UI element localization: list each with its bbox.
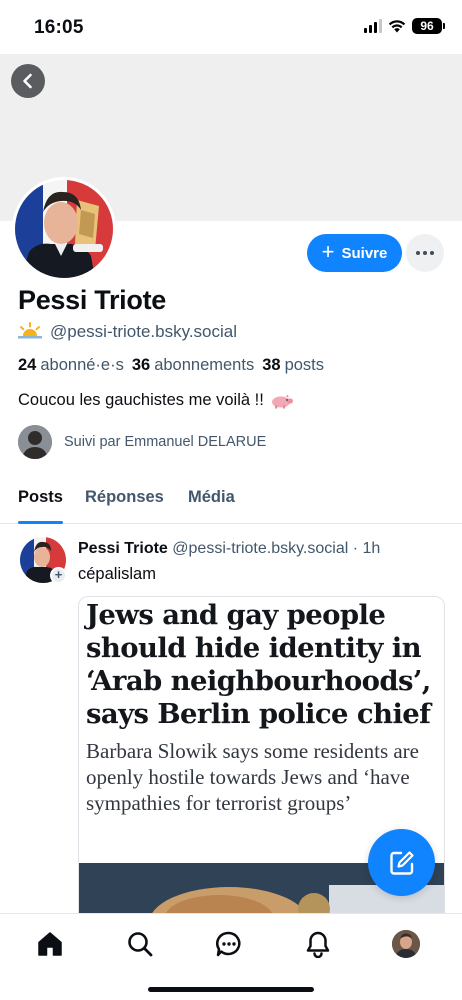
battery-indicator: 96 — [412, 18, 445, 34]
handle-row: @pessi-triote.bsky.social — [18, 322, 237, 342]
ellipsis-icon — [416, 251, 434, 255]
nav-profile[interactable] — [390, 928, 422, 960]
link-preview-description: Barbara Slowik says some residents are o… — [86, 739, 419, 815]
follower-avatar — [18, 425, 52, 459]
compose-icon — [389, 850, 414, 875]
profile-stats: 24 abonné·e·s 36 abonnements 38 posts — [18, 356, 324, 375]
wifi-icon — [388, 20, 406, 33]
profile-tabs: Posts Réponses Média — [0, 478, 462, 524]
avatar-image — [15, 180, 113, 278]
pig-emoji-icon — [271, 394, 293, 408]
post-header: Pessi Triote @pessi-triote.bsky.social ·… — [78, 540, 380, 558]
post-separator: · — [352, 540, 363, 557]
search-icon — [128, 932, 153, 957]
follow-label: Suivre — [341, 244, 388, 262]
link-preview-title: Jews and gay people should hide identity… — [86, 599, 431, 730]
post-author-name[interactable]: Pessi Triote — [78, 540, 168, 557]
home-icon — [38, 932, 62, 956]
following-stat[interactable]: 36 abonnements — [132, 356, 254, 375]
nav-home[interactable] — [34, 928, 66, 960]
signal-icon — [364, 19, 382, 33]
follow-author-plus-icon[interactable]: + — [50, 567, 67, 584]
back-button[interactable] — [11, 64, 45, 98]
status-time: 16:05 — [34, 17, 84, 38]
follow-button[interactable]: + Suivre — [307, 234, 402, 272]
nav-notifications[interactable] — [302, 928, 334, 960]
nav-chat[interactable] — [213, 928, 245, 960]
bio-text: Coucou les gauchistes me voilà !! — [18, 391, 264, 409]
followed-by-text: Suivi par Emmanuel DELARUE — [64, 434, 267, 450]
status-icons: 96 — [364, 18, 445, 34]
followers-stat[interactable]: 24 abonné·e·s — [18, 356, 124, 375]
tab-posts[interactable]: Posts — [18, 488, 63, 507]
status-bar: 16:05 96 — [0, 0, 462, 54]
chevron-left-icon — [23, 73, 32, 89]
profile-bio: Coucou les gauchistes me voilà !! — [18, 391, 294, 410]
display-name: Pessi Triote — [18, 285, 166, 315]
compose-button[interactable] — [368, 829, 435, 896]
post-author-handle[interactable]: @pessi-triote.bsky.social — [172, 540, 348, 557]
profile-avatar-icon — [392, 930, 420, 958]
tab-media[interactable]: Média — [188, 488, 235, 507]
profile-handle: @pessi-triote.bsky.social — [50, 322, 237, 341]
chat-icon — [216, 931, 241, 957]
post-timestamp[interactable]: 1h — [363, 540, 381, 557]
posts-stat: 38 posts — [262, 356, 324, 374]
home-indicator — [148, 987, 314, 992]
bell-icon — [306, 931, 330, 958]
post-text: cépalislam — [78, 565, 156, 583]
more-options-button[interactable] — [406, 234, 444, 272]
sunrise-emoji-icon — [18, 322, 42, 339]
bottom-navigation — [0, 913, 462, 1000]
tab-replies[interactable]: Réponses — [85, 488, 164, 507]
followed-by-row[interactable]: Suivi par Emmanuel DELARUE — [18, 425, 266, 459]
plus-icon: + — [321, 239, 335, 264]
active-tab-indicator — [18, 521, 63, 524]
nav-search[interactable] — [124, 928, 156, 960]
profile-avatar[interactable] — [12, 177, 116, 281]
